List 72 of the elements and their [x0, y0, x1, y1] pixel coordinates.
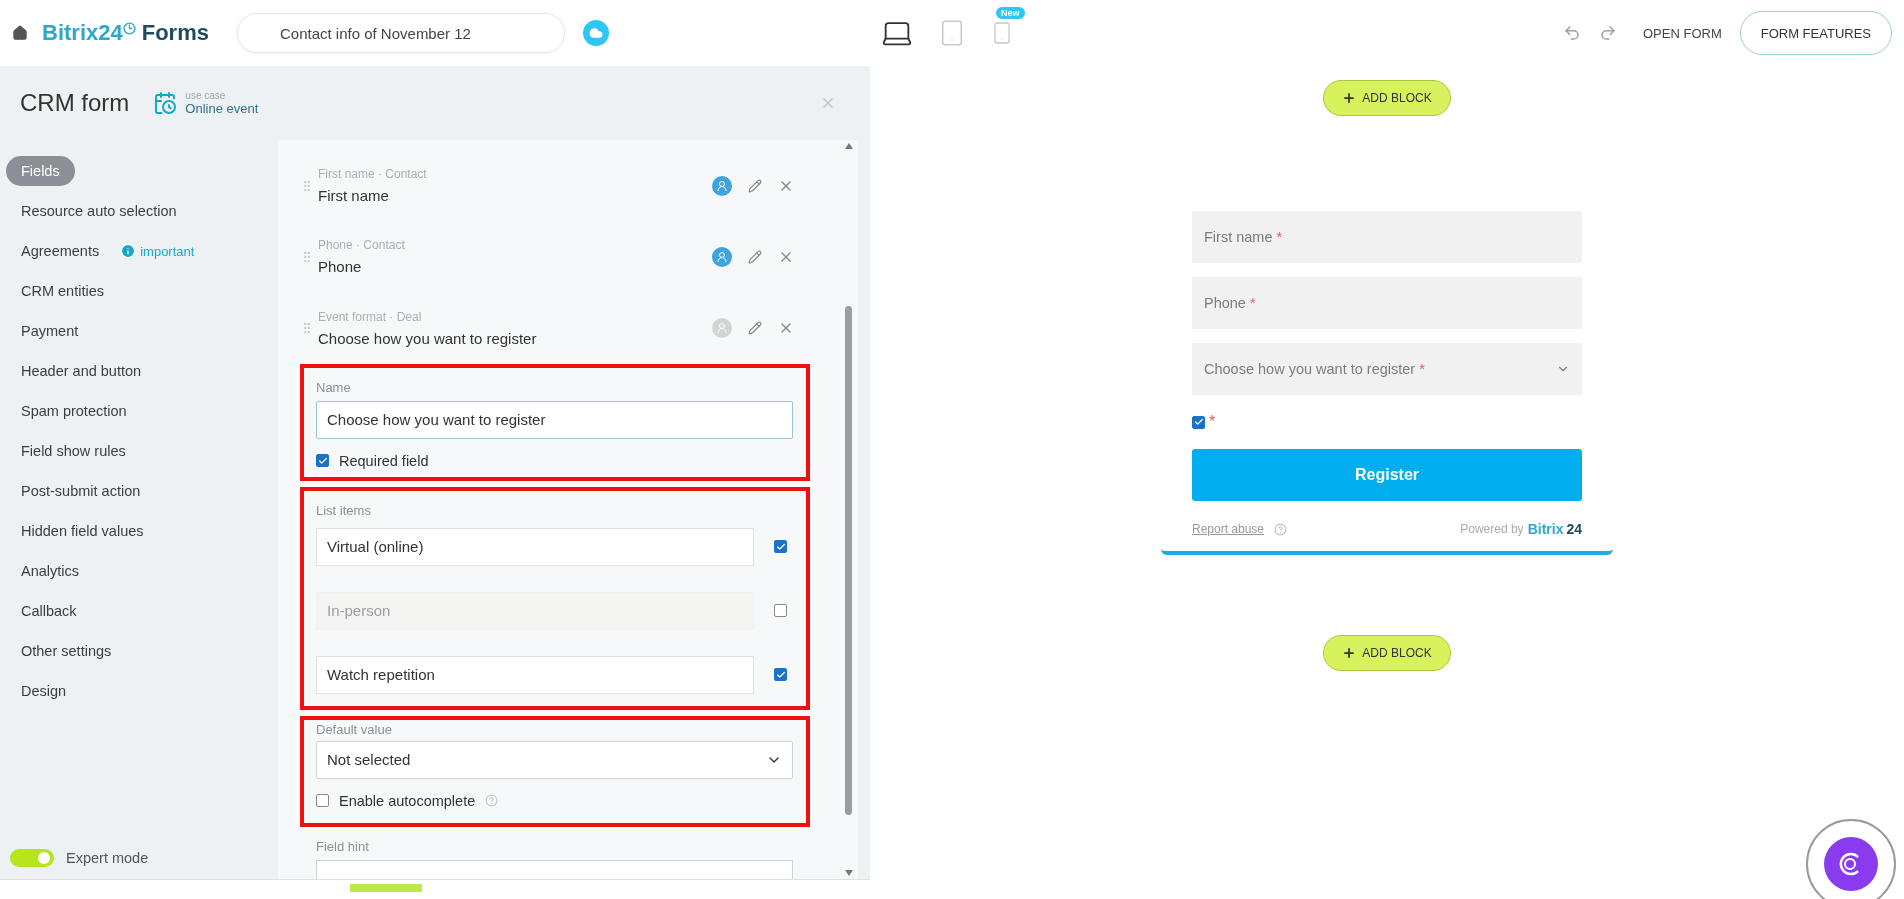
form-input[interactable]: Phone * [1192, 277, 1582, 329]
field-name: First name [318, 187, 390, 205]
nav-item[interactable]: Agreements [6, 236, 115, 266]
field-hint-label: Field hint [316, 838, 370, 854]
nav-item[interactable]: Analytics [6, 556, 95, 586]
brand-name: Bitrix [1527, 521, 1564, 537]
required-mark: * [1209, 413, 1216, 431]
list-items-label: List items [316, 502, 372, 518]
list-item-input[interactable]: Watch repetition [316, 655, 754, 694]
home-icon[interactable] [12, 25, 28, 41]
nav-item[interactable]: Payment [6, 316, 94, 346]
nav-item[interactable]: Header and button [6, 356, 157, 386]
logo: Bitrix24 [42, 20, 136, 46]
new-badge: New [996, 7, 1025, 19]
calendar-icon [153, 91, 178, 115]
open-form-button[interactable]: OPEN FORM [1643, 25, 1722, 41]
panel-title: CRM form [20, 89, 130, 117]
field-caption: Event format · Deal [318, 309, 423, 324]
field-hint-input[interactable] [316, 859, 793, 879]
nav-item[interactable]: Resource auto selection [6, 196, 192, 226]
default-value-select[interactable]: Not selected [316, 740, 793, 779]
checkbox[interactable] [774, 540, 787, 554]
use-case-label: use case [185, 90, 227, 101]
cloud-icon[interactable] [582, 20, 609, 46]
field-caption: First name · Contact [318, 167, 428, 182]
expert-mode-toggle[interactable] [10, 849, 54, 867]
default-value-label: Default value [316, 721, 393, 737]
add-block-button[interactable]: ADD BLOCK [1323, 80, 1451, 116]
name-input[interactable]: Choose how you want to register [316, 400, 793, 439]
user-icon[interactable] [712, 246, 732, 267]
checkbox[interactable] [1192, 415, 1205, 429]
plus-icon [1342, 646, 1357, 660]
nav-item[interactable]: Other settings [6, 636, 127, 666]
nav-item[interactable]: Hidden field values [6, 516, 159, 546]
nav-item[interactable]: Spam protection [6, 396, 142, 426]
undo-icon[interactable] [1563, 24, 1581, 42]
expert-mode-label: Expert mode [66, 850, 149, 866]
edit-icon[interactable] [748, 249, 762, 264]
field-caption: Phone · Contact [318, 238, 406, 253]
checkbox[interactable] [774, 604, 787, 618]
user-icon[interactable] [712, 175, 732, 196]
help-icon[interactable] [1274, 522, 1288, 536]
redo-icon[interactable] [1599, 24, 1617, 42]
plus-icon [1342, 91, 1357, 105]
autocomplete-label: Enable autocomplete [339, 792, 476, 809]
edit-icon[interactable] [748, 321, 762, 336]
checkbox[interactable] [774, 668, 787, 682]
field-name: Phone [318, 258, 363, 276]
important-badge: important [120, 243, 195, 259]
checkbox[interactable] [316, 454, 329, 468]
use-case-value: Online event [185, 101, 259, 116]
scrollbar-thumb[interactable] [845, 306, 852, 815]
nav-item[interactable]: Field show rules [6, 436, 141, 466]
checkbox[interactable] [316, 794, 329, 808]
form-select[interactable]: Choose how you want to register * [1192, 343, 1582, 395]
help-icon[interactable] [485, 794, 499, 808]
edit-icon[interactable] [748, 178, 762, 193]
scroll-down-icon[interactable] [844, 869, 854, 877]
name-label: Name [316, 379, 352, 395]
list-item-input[interactable]: Virtual (online) [316, 527, 754, 566]
field-name: Choose how you want to register [318, 329, 538, 347]
nav-item[interactable]: Callback [6, 596, 92, 626]
powered-by-text: Powered by [1460, 522, 1524, 536]
form-input[interactable]: First name * [1192, 211, 1582, 263]
nav-item[interactable]: Post-submit action [6, 476, 156, 506]
nav-item[interactable]: Design [6, 676, 82, 706]
add-block-button[interactable]: ADD BLOCK [1323, 635, 1451, 671]
product-name: Forms [141, 20, 209, 46]
brand-number: 24 [1566, 521, 1582, 537]
scroll-up-icon[interactable] [844, 142, 854, 150]
required-label: Required field [339, 452, 429, 469]
nav-item[interactable]: CRM entities [6, 276, 119, 306]
